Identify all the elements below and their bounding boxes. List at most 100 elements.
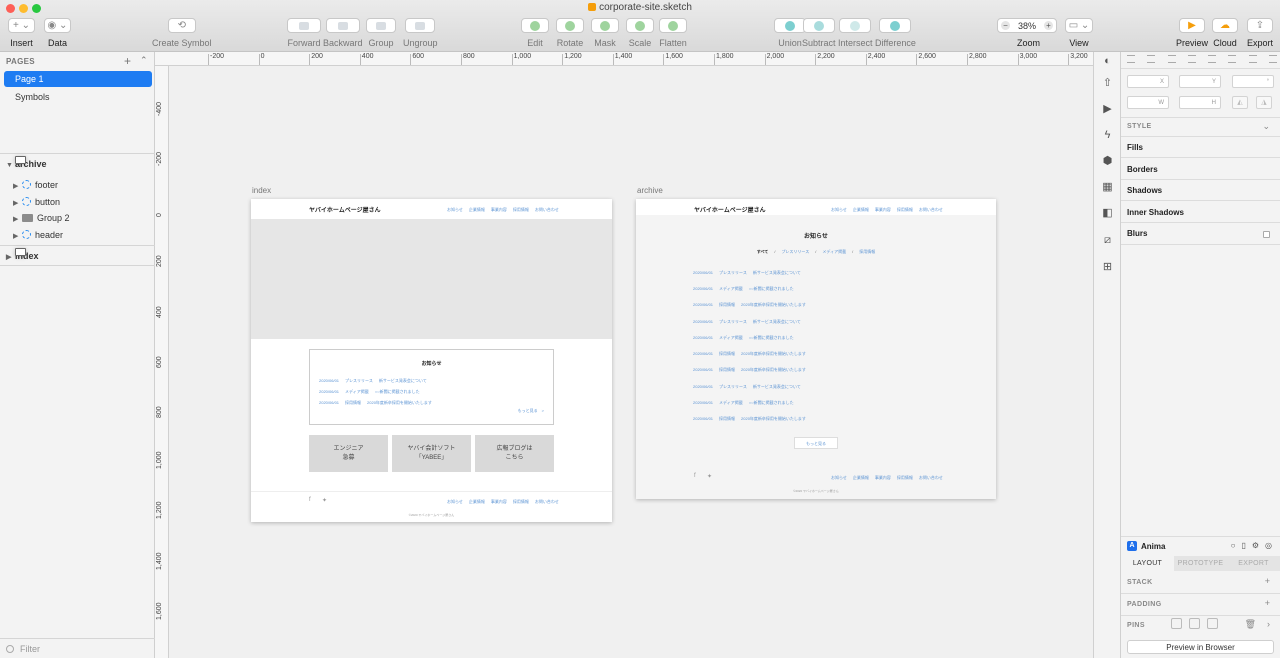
- layer-index[interactable]: ▶ index: [6, 248, 39, 264]
- add-stack-icon[interactable]: +: [1265, 576, 1270, 586]
- twitter-icon[interactable]: ✦: [322, 497, 327, 504]
- layer-button[interactable]: ▶ button: [13, 194, 60, 210]
- footer-nav-item[interactable]: 企業情報: [853, 475, 869, 481]
- archive-row[interactable]: 2020/06/01 メディア掲載 ○○新聞に掲載されました: [693, 400, 794, 406]
- nav-item[interactable]: お知らせ: [831, 207, 847, 213]
- gear-icon[interactable]: ⚙: [1252, 541, 1259, 550]
- add-page-icon[interactable]: +: [124, 54, 131, 68]
- footer-nav-item[interactable]: 採用情報: [897, 475, 913, 481]
- lightning-icon[interactable]: ϟ: [1101, 129, 1114, 141]
- difference-tool[interactable]: Difference: [875, 18, 916, 48]
- archive-row[interactable]: 2020/06/01 プレスリリース 新サービス発表会について: [693, 270, 801, 276]
- archive-row[interactable]: 2020/06/01 採用情報 2020年度新卒採用を開始いたします: [693, 367, 806, 373]
- width-field[interactable]: W: [1127, 96, 1169, 109]
- inspector-icon[interactable]: ◐: [1101, 55, 1114, 67]
- vertical-ruler[interactable]: -400 -200 0 200 400 600 800 1,000 1,200 1,400 1,60…: [155, 66, 169, 658]
- nav-item[interactable]: 事業内容: [875, 207, 891, 213]
- align-bottom-icon[interactable]: [1248, 55, 1257, 63]
- chevron-down-icon[interactable]: ⌄: [1262, 121, 1270, 132]
- disclosure-closed-icon[interactable]: ▶: [13, 229, 22, 245]
- upload-icon[interactable]: ⇧: [1101, 77, 1114, 89]
- play-icon[interactable]: ▶: [1101, 103, 1114, 115]
- scale-tool[interactable]: Scale: [626, 18, 654, 48]
- twitter-icon[interactable]: ✦: [707, 473, 712, 480]
- nav-item[interactable]: 採用情報: [897, 207, 913, 213]
- chevron-right-icon[interactable]: ›: [1267, 619, 1270, 629]
- more-button[interactable]: もっと見る: [794, 437, 838, 449]
- shadows-section[interactable]: Shadows: [1127, 186, 1162, 195]
- tab-prototype[interactable]: PROTOTYPE: [1174, 556, 1227, 571]
- insert-tool[interactable]: + ⌄ Insert: [8, 18, 35, 48]
- blurs-checkbox[interactable]: [1263, 231, 1270, 238]
- pin-horizontal-icon[interactable]: [1207, 618, 1218, 629]
- footer-nav-item[interactable]: 事業内容: [491, 499, 507, 505]
- nav-item[interactable]: 企業情報: [469, 207, 485, 213]
- pr-blog-banner[interactable]: 広報ブログは こちら: [475, 435, 554, 472]
- filter-all[interactable]: すべて: [757, 249, 769, 255]
- nav-item[interactable]: お問い合わせ: [535, 207, 559, 213]
- filter-input[interactable]: Filter: [0, 638, 155, 658]
- footer-nav-item[interactable]: 事業内容: [875, 475, 891, 481]
- archive-row[interactable]: 2020/06/01 プレスリリース 新サービス発表会について: [693, 384, 801, 390]
- filter-recruit[interactable]: 採用情報: [859, 249, 875, 255]
- news-row[interactable]: 2020/06/01 プレスリリース 新サービス発表会について: [319, 378, 427, 384]
- pin-vertical-icon[interactable]: [1189, 618, 1200, 629]
- align-middle-icon[interactable]: [1228, 55, 1237, 63]
- nav-item[interactable]: お問い合わせ: [919, 207, 943, 213]
- footer-nav-item[interactable]: お知らせ: [447, 499, 463, 505]
- layer-header[interactable]: ▶ header: [13, 227, 63, 243]
- facebook-icon[interactable]: f: [694, 473, 696, 479]
- crop-icon[interactable]: ⧄: [1101, 234, 1114, 246]
- canvas[interactable]: index ヤバイホームページ屋さん お知らせ 企業情報 事業内容 採用情報 お…: [169, 66, 1093, 658]
- zoom-out-icon[interactable]: −: [1001, 21, 1010, 30]
- flip-vertical-icon[interactable]: ◮: [1256, 96, 1272, 109]
- footer-nav-item[interactable]: お知らせ: [831, 475, 847, 481]
- more-link[interactable]: もっと見る >: [518, 408, 544, 414]
- height-field[interactable]: H: [1179, 96, 1221, 109]
- ungroup-tool[interactable]: Ungroup: [403, 18, 438, 48]
- disclosure-closed-icon[interactable]: ▶: [13, 179, 22, 195]
- forward-tool[interactable]: Forward: [287, 18, 321, 48]
- artboard-label-archive[interactable]: archive: [637, 186, 663, 195]
- accounting-software-banner[interactable]: ヤバイ会計ソフト 「YABEE」: [392, 435, 471, 472]
- distribute-vertical-icon[interactable]: [1268, 55, 1277, 63]
- help-icon[interactable]: ◎: [1265, 541, 1272, 550]
- nav-item[interactable]: 採用情報: [513, 207, 529, 213]
- distribute-icon[interactable]: [1187, 55, 1196, 63]
- footer-nav-item[interactable]: お問い合わせ: [919, 475, 943, 481]
- data-tool[interactable]: ◉ ⌄ Data: [44, 18, 71, 48]
- backward-tool[interactable]: Backward: [323, 18, 363, 48]
- footer-nav-item[interactable]: 企業情報: [469, 499, 485, 505]
- layer-archive[interactable]: ▼ archive: [6, 156, 47, 172]
- artboard-index[interactable]: ヤバイホームページ屋さん お知らせ 企業情報 事業内容 採用情報 お問い合わせ …: [251, 199, 612, 522]
- archive-row[interactable]: 2020/06/01 採用情報 2020年度新卒採用を開始いたします: [693, 416, 806, 422]
- layer-group-2[interactable]: ▶ Group 2: [13, 210, 70, 226]
- nav-item[interactable]: 企業情報: [853, 207, 869, 213]
- filter-press[interactable]: プレスリリース: [781, 249, 809, 255]
- chevron-up-icon[interactable]: ⌃: [140, 55, 148, 66]
- flatten-tool[interactable]: Flatten: [659, 18, 687, 48]
- flip-horizontal-icon[interactable]: ◭: [1232, 96, 1248, 109]
- align-top-icon[interactable]: [1208, 55, 1217, 63]
- cloud-tool[interactable]: ☁ Cloud: [1212, 18, 1238, 48]
- export-tool[interactable]: ⇪ Export: [1247, 18, 1273, 48]
- align-left-icon[interactable]: [1127, 55, 1135, 63]
- news-row[interactable]: 2020/06/01 メディア掲載 ○○新聞に掲載されました: [319, 389, 420, 395]
- facebook-icon[interactable]: f: [309, 497, 311, 503]
- subtract-tool[interactable]: Subtract: [802, 18, 836, 48]
- trash-icon[interactable]: 🗑: [1245, 619, 1256, 630]
- disclosure-open-icon[interactable]: ▼: [6, 158, 15, 174]
- filter-media[interactable]: メディア掲載: [822, 249, 846, 255]
- components-icon[interactable]: ◧: [1101, 207, 1114, 219]
- nav-item[interactable]: 事業内容: [491, 207, 507, 213]
- add-image-icon[interactable]: ⊞: [1101, 261, 1114, 273]
- zoom-control[interactable]: − 38% +: [997, 18, 1057, 33]
- page-item-symbols[interactable]: Symbols: [4, 89, 152, 105]
- hexagon-icon[interactable]: ⬢: [1101, 155, 1114, 167]
- align-center-icon[interactable]: [1147, 55, 1156, 63]
- x-field[interactable]: X: [1127, 75, 1169, 88]
- create-symbol-tool[interactable]: ⟲ Create Symbol: [152, 18, 212, 48]
- layer-footer[interactable]: ▶ footer: [13, 177, 58, 193]
- disclosure-closed-icon[interactable]: ▶: [6, 250, 15, 266]
- view-tool[interactable]: ▭ ⌄ View: [1065, 18, 1093, 48]
